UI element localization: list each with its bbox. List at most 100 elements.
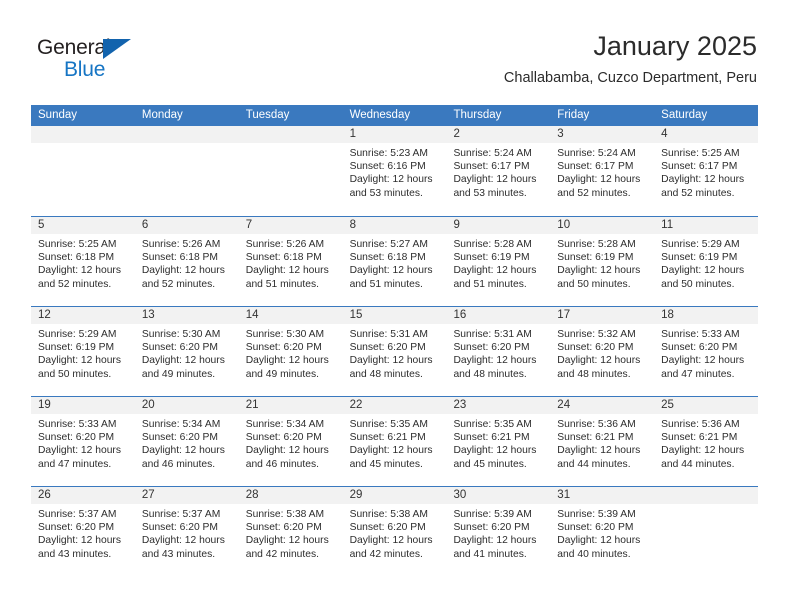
day-details: Sunrise: 5:34 AM Sunset: 6:20 PM Dayligh… xyxy=(245,419,329,470)
day-details: Sunrise: 5:39 AM Sunset: 6:20 PM Dayligh… xyxy=(557,509,641,560)
day-details: Sunrise: 5:35 AM Sunset: 6:21 PM Dayligh… xyxy=(453,419,537,470)
day-details: Sunrise: 5:30 AM Sunset: 6:20 PM Dayligh… xyxy=(245,329,329,380)
day-cell[interactable] xyxy=(238,126,343,216)
day-number: 17 xyxy=(550,307,655,324)
day-details xyxy=(239,143,343,147)
day-cell[interactable]: 9 Sunrise: 5:28 AM Sunset: 6:19 PM Daylig… xyxy=(446,217,551,306)
day-details: Sunrise: 5:25 AM Sunset: 6:18 PM Dayligh… xyxy=(38,239,121,290)
page-header: General Blue January 2025 Challabamba, C… xyxy=(0,0,792,100)
day-cell[interactable]: 4 Sunrise: 5:25 AM Sunset: 6:17 PM Daylig… xyxy=(654,126,759,216)
day-number: 20 xyxy=(134,397,239,414)
calendar-week-row: 26 Sunrise: 5:37 AM Sunset: 6:20 PM Dayli… xyxy=(31,486,759,576)
day-details: Sunrise: 5:24 AM Sunset: 6:17 PM Dayligh… xyxy=(453,148,537,199)
weekday-header-wednesday: Wednesday xyxy=(349,109,411,121)
day-cell[interactable]: 5 Sunrise: 5:25 AM Sunset: 6:18 PM Daylig… xyxy=(31,217,135,306)
day-details: Sunrise: 5:29 AM Sunset: 6:19 PM Dayligh… xyxy=(661,239,745,290)
calendar-week-row: 19 Sunrise: 5:33 AM Sunset: 6:20 PM Dayli… xyxy=(31,396,759,486)
weekday-header-tuesday: Tuesday xyxy=(245,109,290,121)
calendar-week-row: 5 Sunrise: 5:25 AM Sunset: 6:18 PM Daylig… xyxy=(31,216,759,306)
day-number: 11 xyxy=(654,217,759,234)
triangle-icon xyxy=(103,39,131,59)
day-number xyxy=(31,126,135,143)
day-cell[interactable]: 18 Sunrise: 5:33 AM Sunset: 6:20 PM Dayli… xyxy=(654,307,759,396)
day-cell[interactable]: 30 Sunrise: 5:39 AM Sunset: 6:20 PM Dayli… xyxy=(446,487,551,576)
day-details: Sunrise: 5:31 AM Sunset: 6:20 PM Dayligh… xyxy=(453,329,537,380)
weekday-header-sunday: Sunday xyxy=(38,109,78,121)
weekday-header-monday: Monday xyxy=(141,109,183,121)
day-cell[interactable] xyxy=(31,126,135,216)
day-cell[interactable]: 23 Sunrise: 5:35 AM Sunset: 6:21 PM Dayli… xyxy=(446,397,551,486)
day-details: Sunrise: 5:26 AM Sunset: 6:18 PM Dayligh… xyxy=(141,239,225,290)
day-number xyxy=(134,126,239,143)
day-cell[interactable]: 25 Sunrise: 5:36 AM Sunset: 6:21 PM Dayli… xyxy=(654,397,759,486)
day-cell[interactable]: 6 Sunrise: 5:26 AM Sunset: 6:18 PM Daylig… xyxy=(134,217,239,306)
day-cell[interactable]: 11 Sunrise: 5:29 AM Sunset: 6:19 PM Dayli… xyxy=(654,217,759,306)
day-number: 19 xyxy=(31,397,135,414)
day-number: 15 xyxy=(342,307,447,324)
day-details: Sunrise: 5:25 AM Sunset: 6:17 PM Dayligh… xyxy=(661,148,745,199)
day-cell[interactable]: 17 Sunrise: 5:32 AM Sunset: 6:20 PM Dayli… xyxy=(550,307,655,396)
day-cell[interactable]: 19 Sunrise: 5:33 AM Sunset: 6:20 PM Dayli… xyxy=(31,397,135,486)
day-details: Sunrise: 5:28 AM Sunset: 6:19 PM Dayligh… xyxy=(453,239,537,290)
day-details: Sunrise: 5:30 AM Sunset: 6:20 PM Dayligh… xyxy=(141,329,225,380)
day-cell[interactable]: 16 Sunrise: 5:31 AM Sunset: 6:20 PM Dayli… xyxy=(446,307,551,396)
day-cell[interactable]: 7 Sunrise: 5:26 AM Sunset: 6:18 PM Daylig… xyxy=(238,217,343,306)
calendar-week-row: 12 Sunrise: 5:29 AM Sunset: 6:19 PM Dayli… xyxy=(31,306,759,396)
day-number: 29 xyxy=(342,487,447,504)
weekday-header-saturday: Saturday xyxy=(661,109,708,121)
day-number: 25 xyxy=(654,397,759,414)
day-number: 8 xyxy=(342,217,447,234)
day-cell[interactable]: 3 Sunrise: 5:24 AM Sunset: 6:17 PM Daylig… xyxy=(550,126,655,216)
day-number xyxy=(654,487,759,504)
day-number xyxy=(238,126,343,143)
day-details: Sunrise: 5:33 AM Sunset: 6:20 PM Dayligh… xyxy=(38,419,121,470)
day-details: Sunrise: 5:27 AM Sunset: 6:18 PM Dayligh… xyxy=(349,239,433,290)
logo-text-blue: Blue xyxy=(64,58,106,81)
day-number: 3 xyxy=(550,126,655,143)
day-details: Sunrise: 5:38 AM Sunset: 6:20 PM Dayligh… xyxy=(349,509,433,560)
calendar-week-row: 1 Sunrise: 5:23 AM Sunset: 6:16 PM Daylig… xyxy=(31,126,759,216)
day-number: 18 xyxy=(654,307,759,324)
day-cell[interactable]: 1 Sunrise: 5:23 AM Sunset: 6:16 PM Daylig… xyxy=(342,126,447,216)
weekday-header-thursday: Thursday xyxy=(453,109,502,121)
day-cell[interactable]: 2 Sunrise: 5:24 AM Sunset: 6:17 PM Daylig… xyxy=(446,126,551,216)
day-details: Sunrise: 5:36 AM Sunset: 6:21 PM Dayligh… xyxy=(557,419,641,470)
day-cell[interactable]: 13 Sunrise: 5:30 AM Sunset: 6:20 PM Dayli… xyxy=(134,307,239,396)
day-cell[interactable]: 12 Sunrise: 5:29 AM Sunset: 6:19 PM Dayli… xyxy=(31,307,135,396)
weekday-header-friday: Friday xyxy=(557,109,590,121)
day-details: Sunrise: 5:34 AM Sunset: 6:20 PM Dayligh… xyxy=(141,419,225,470)
day-number: 9 xyxy=(446,217,551,234)
day-details: Sunrise: 5:31 AM Sunset: 6:20 PM Dayligh… xyxy=(349,329,433,380)
day-number: 27 xyxy=(134,487,239,504)
page-subtitle: Challabamba, Cuzco Department, Peru xyxy=(503,70,757,86)
day-cell[interactable]: 29 Sunrise: 5:38 AM Sunset: 6:20 PM Dayli… xyxy=(342,487,447,576)
day-details xyxy=(135,143,239,147)
day-cell[interactable]: 26 Sunrise: 5:37 AM Sunset: 6:20 PM Dayli… xyxy=(31,487,135,576)
day-details: Sunrise: 5:29 AM Sunset: 6:19 PM Dayligh… xyxy=(38,329,121,380)
day-number: 7 xyxy=(238,217,343,234)
day-number: 12 xyxy=(31,307,135,324)
day-cell[interactable]: 22 Sunrise: 5:35 AM Sunset: 6:21 PM Dayli… xyxy=(342,397,447,486)
day-number: 1 xyxy=(342,126,447,143)
day-cell[interactable]: 10 Sunrise: 5:28 AM Sunset: 6:19 PM Dayli… xyxy=(550,217,655,306)
day-details: Sunrise: 5:24 AM Sunset: 6:17 PM Dayligh… xyxy=(557,148,641,199)
day-number: 22 xyxy=(342,397,447,414)
day-cell[interactable]: 24 Sunrise: 5:36 AM Sunset: 6:21 PM Dayli… xyxy=(550,397,655,486)
day-cell[interactable]: 20 Sunrise: 5:34 AM Sunset: 6:20 PM Dayli… xyxy=(134,397,239,486)
day-cell[interactable]: 8 Sunrise: 5:27 AM Sunset: 6:18 PM Daylig… xyxy=(342,217,447,306)
day-cell[interactable] xyxy=(654,487,759,576)
day-cell[interactable]: 31 Sunrise: 5:39 AM Sunset: 6:20 PM Dayli… xyxy=(550,487,655,576)
day-cell[interactable]: 15 Sunrise: 5:31 AM Sunset: 6:20 PM Dayli… xyxy=(342,307,447,396)
day-details xyxy=(31,143,135,147)
generalblue-logo[interactable]: General Blue xyxy=(37,36,152,82)
day-cell[interactable]: 27 Sunrise: 5:37 AM Sunset: 6:20 PM Dayli… xyxy=(134,487,239,576)
day-number: 26 xyxy=(31,487,135,504)
day-cell[interactable]: 14 Sunrise: 5:30 AM Sunset: 6:20 PM Dayli… xyxy=(238,307,343,396)
day-cell[interactable] xyxy=(134,126,239,216)
day-number: 28 xyxy=(238,487,343,504)
day-number: 6 xyxy=(134,217,239,234)
day-cell[interactable]: 28 Sunrise: 5:38 AM Sunset: 6:20 PM Dayli… xyxy=(238,487,343,576)
day-details: Sunrise: 5:33 AM Sunset: 6:20 PM Dayligh… xyxy=(661,329,745,380)
logo-text-general: General xyxy=(37,36,111,59)
day-cell[interactable]: 21 Sunrise: 5:34 AM Sunset: 6:20 PM Dayli… xyxy=(238,397,343,486)
